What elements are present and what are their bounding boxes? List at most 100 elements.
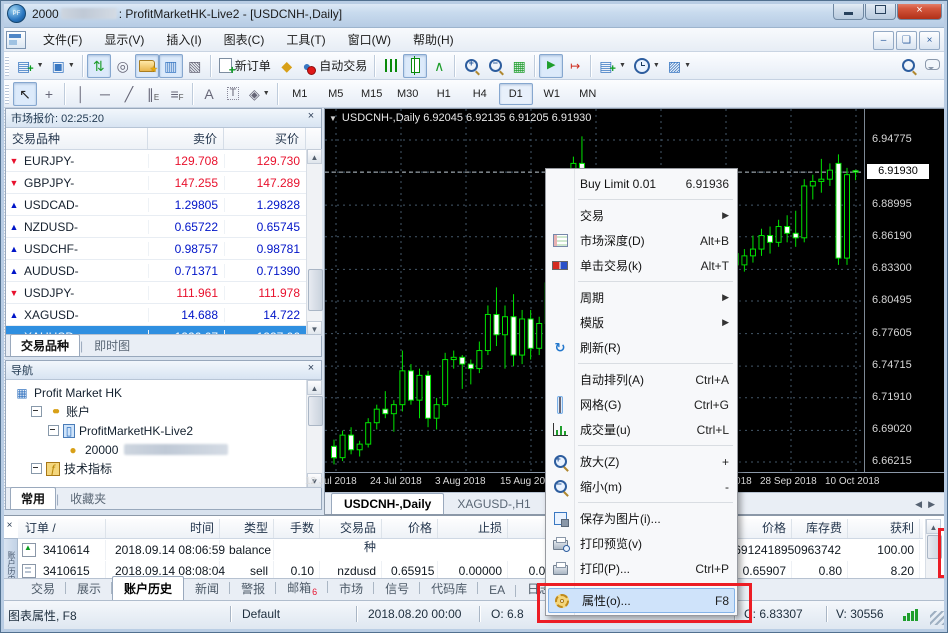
terminal-column-6[interactable]: 止损 <box>442 519 508 538</box>
market-watch-tab-即时图[interactable]: 即时图 <box>83 334 141 356</box>
context-menu-item-缩小(m)[interactable]: 缩小(m)- <box>546 474 737 499</box>
timeframe-H4-button[interactable]: H4 <box>463 83 497 105</box>
child-close-button[interactable]: × <box>919 31 940 50</box>
terminal-close-icon[interactable]: × <box>2 519 17 534</box>
menu-item-工具(T)[interactable]: 工具(T) <box>275 28 336 51</box>
text-label-tool-button[interactable]: T <box>221 82 245 106</box>
context-menu-item-交易[interactable]: 交易▶ <box>546 203 737 228</box>
search-button[interactable] <box>896 54 920 78</box>
terminal-column-1[interactable]: 时间 <box>110 519 220 538</box>
context-menu-item-Buy Limit 0.01[interactable]: Buy Limit 0.016.91936 <box>546 171 737 196</box>
periods-button[interactable]: ▼ <box>630 54 664 78</box>
resize-grip[interactable] <box>930 611 944 625</box>
column-header-1[interactable]: 卖价 <box>148 128 224 149</box>
market-watch-row[interactable]: ▼EURJPY-129.708129.730 <box>6 150 321 172</box>
tree-expander-icon[interactable] <box>31 406 42 417</box>
channel-tool-button[interactable]: ∥E <box>141 82 165 106</box>
tree-expander-icon[interactable] <box>48 425 59 436</box>
child-restore-button[interactable]: ❏ <box>896 31 917 50</box>
market-watch-close-icon[interactable]: × <box>304 110 318 124</box>
cursor-tool-button[interactable]: ↖ <box>13 82 37 106</box>
chart-tab-USDCNH-,Daily[interactable]: USDCNH-,Daily <box>331 493 444 514</box>
child-minimize-button[interactable]: – <box>873 31 894 50</box>
chart-tab-XAGUSD-,H1[interactable]: XAGUSD-,H1 <box>444 493 543 514</box>
market-watch-row[interactable]: ▲AUDUSD-0.713710.71390 <box>6 260 321 282</box>
terminal-tab-展示[interactable]: 展示 <box>66 577 112 600</box>
timeframe-D1-button[interactable]: D1 <box>499 83 533 105</box>
indicators-button[interactable]: ▤+▼ <box>595 54 630 78</box>
terminal-tab-信号[interactable]: 信号 <box>374 577 420 600</box>
timeframe-M1-button[interactable]: M1 <box>283 83 317 105</box>
chart-shift-button[interactable]: ↦ <box>563 54 587 78</box>
zoom-in-button[interactable]: + <box>459 54 483 78</box>
context-menu-item-打印预览(v)[interactable]: 打印预览(v) <box>546 531 737 556</box>
terminal-cell[interactable]: balance <box>224 540 274 560</box>
zoom-out-button[interactable]: − <box>483 54 507 78</box>
timeframe-H1-button[interactable]: H1 <box>427 83 461 105</box>
context-menu-item-周期[interactable]: 周期▶ <box>546 285 737 310</box>
scrollbar-thumb[interactable] <box>308 269 323 311</box>
market-watch-row[interactable]: ▲USDCAD-1.298051.29828 <box>6 194 321 216</box>
context-menu-item-保存为图片(i)...[interactable]: 保存为图片(i)... <box>546 506 737 531</box>
timeframe-M5-button[interactable]: M5 <box>319 83 353 105</box>
line-chart-button[interactable]: ∧ <box>427 54 451 78</box>
context-menu-item-模版[interactable]: 模版▶ <box>546 310 737 335</box>
menu-item-图表(C)[interactable]: 图表(C) <box>213 28 276 51</box>
terminal-tab-EA[interactable]: EA <box>478 580 516 600</box>
navigator-item[interactable]: ●20000 <box>10 440 321 459</box>
market-watch-row[interactable]: ▼GBPJPY-147.255147.289 <box>6 172 321 194</box>
menu-item-帮助(H)[interactable]: 帮助(H) <box>402 28 465 51</box>
bar-chart-button[interactable] <box>379 54 403 78</box>
context-menu-item-自动排列(A)[interactable]: 自动排列(A)Ctrl+A <box>546 367 737 392</box>
context-menu-item-放大(Z)[interactable]: 放大(Z)+ <box>546 449 737 474</box>
timeframe-MN-button[interactable]: MN <box>571 83 605 105</box>
terminal-column-3[interactable]: 手数 <box>278 519 320 538</box>
terminal-cell[interactable]: 2018.09.14 08:06:59 <box>110 540 220 560</box>
menu-item-显示(V)[interactable]: 显示(V) <box>93 28 155 51</box>
context-menu-item-成交量(u)[interactable]: 成交量(u)Ctrl+L <box>546 417 737 442</box>
context-menu-item-单击交易(k)[interactable]: 单击交易(k)Alt+T <box>546 253 737 278</box>
terminal-column-5[interactable]: 价格 <box>386 519 438 538</box>
text-tool-button[interactable]: A <box>197 82 221 106</box>
terminal-cell[interactable]: 100.00 <box>852 540 920 560</box>
terminal-tab-新闻[interactable]: 新闻 <box>184 577 230 600</box>
auto-scroll-button[interactable]: ▶ <box>539 54 563 78</box>
templates-button[interactable]: ▨▼ <box>664 54 695 78</box>
navigator-tab-常用[interactable]: 常用 <box>10 487 56 509</box>
metaeditor-button[interactable]: ◆ <box>275 54 299 78</box>
new-chart-button[interactable]: ▤+▼ <box>13 54 48 78</box>
context-menu-item-刷新(R)[interactable]: ↻刷新(R) <box>546 335 737 360</box>
terminal-tab-账户历史[interactable]: 账户历史 <box>112 576 184 600</box>
terminal-toggle-button[interactable]: ▥ <box>159 54 183 78</box>
navigator-scrollbar[interactable]: ▲ ▼ <box>306 380 322 488</box>
market-watch-row[interactable]: ▼USDJPY-111.961111.978 <box>6 282 321 304</box>
toolbar-grip[interactable] <box>5 56 9 76</box>
terminal-tab-警报[interactable]: 警报 <box>230 577 276 600</box>
market-watch-row[interactable]: ▲NZDUSD-0.657220.65745 <box>6 216 321 238</box>
terminal-column-2[interactable]: 类型 <box>224 519 274 538</box>
market-watch-row[interactable]: ▲USDCHF-0.987570.98781 <box>6 238 321 260</box>
tab-scroll-arrows[interactable]: ◀▶ <box>915 499 941 510</box>
market-watch-scrollbar[interactable]: ▲ ▼ <box>306 149 322 336</box>
vertical-line-tool-button[interactable]: │ <box>69 82 93 106</box>
fibonacci-tool-button[interactable]: ≡F <box>165 82 189 106</box>
terminal-cell[interactable]: 3410614 <box>38 540 106 560</box>
scroll-up-icon[interactable]: ▲ <box>307 380 322 395</box>
navigator-tab-收藏夹[interactable]: 收藏夹 <box>59 487 117 509</box>
new-order-button[interactable]: +新订单 <box>215 54 275 78</box>
navigator-item[interactable]: ●●账户 <box>10 402 321 421</box>
context-menu-item-网格(G)[interactable]: 网格(G)Ctrl+G <box>546 392 737 417</box>
timeframe-M15-button[interactable]: M15 <box>355 83 389 105</box>
timeframe-W1-button[interactable]: W1 <box>535 83 569 105</box>
terminal-column-9[interactable]: 库存费 <box>796 519 848 538</box>
terminal-tab-市场[interactable]: 市场 <box>328 577 374 600</box>
shapes-tool-button[interactable]: ◈▼ <box>245 82 274 106</box>
chart-window-icon[interactable] <box>6 31 26 49</box>
terminal-column-4[interactable]: 交易品种 <box>324 519 382 538</box>
scroll-up-icon[interactable]: ▲ <box>307 149 322 164</box>
timeframe-M30-button[interactable]: M30 <box>391 83 425 105</box>
column-header-0[interactable]: 交易品种 <box>6 128 148 149</box>
menu-item-插入(I)[interactable]: 插入(I) <box>155 28 212 51</box>
menu-item-窗口(W)[interactable]: 窗口(W) <box>337 28 402 51</box>
crosshair-tool-button[interactable]: + <box>37 82 61 106</box>
